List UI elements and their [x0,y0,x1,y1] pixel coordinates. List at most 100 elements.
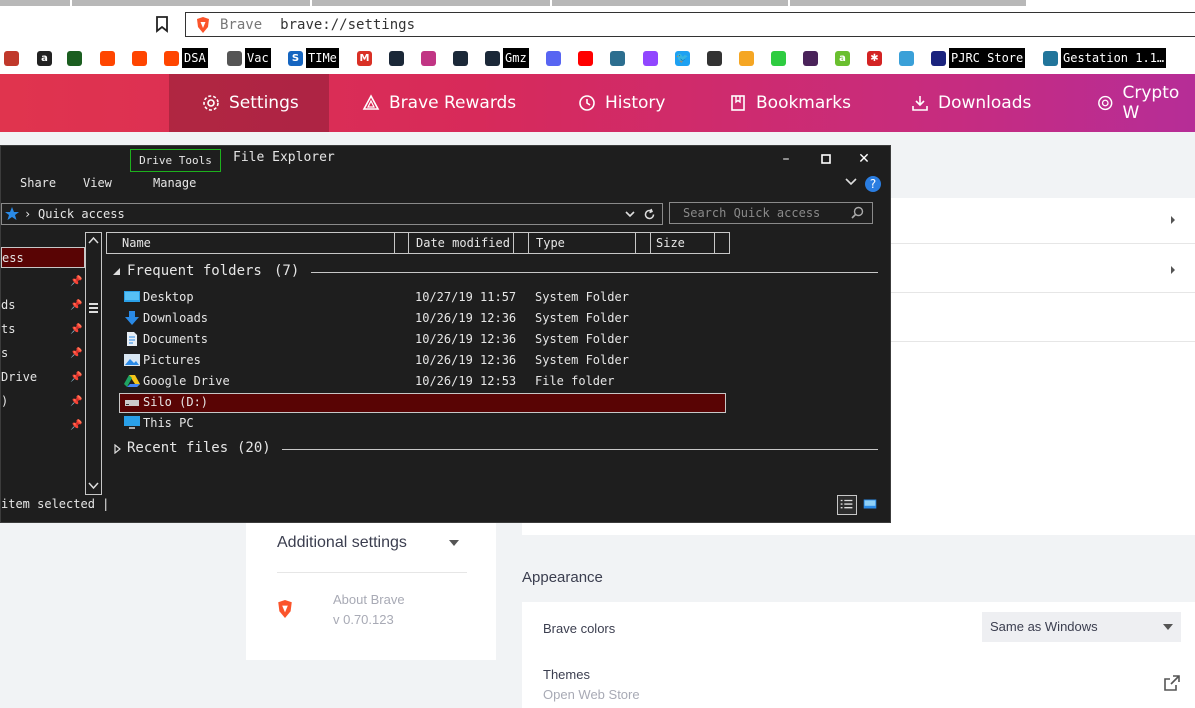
close-icon[interactable]: ✕ [854,150,874,168]
bookmark-item[interactable] [803,48,821,68]
ribbon-view[interactable]: View [83,176,112,190]
nav-item[interactable]: ts 📌 [1,319,85,340]
bookmark-item[interactable]: PJRC Store [931,48,1026,68]
drive-tools-tab[interactable]: Drive Tools [130,149,221,172]
bookmark-item[interactable]: S TIMe [288,48,339,68]
steam-icon [453,50,468,66]
bookmark-item[interactable]: 🐦 [675,48,693,68]
tab-bookmarks[interactable]: Bookmarks [729,74,851,132]
details-view-icon[interactable] [837,495,857,515]
large-icons-view-icon[interactable] [861,495,881,515]
nav-item[interactable]: 📌 [1,415,85,436]
pin-icon: 📌 [70,348,83,359]
tab-crypto-wallets[interactable]: Crypto W [1097,74,1195,132]
caret-down-icon [1163,624,1173,630]
tab-downloads[interactable]: Downloads [911,74,1031,132]
nav-item[interactable]: 📌 [1,271,85,292]
bookmark-page-icon[interactable] [154,15,170,33]
bookmark-item[interactable] [67,48,85,68]
recent-files-count: (20) [237,440,271,456]
chevron-right-icon[interactable] [1169,265,1177,275]
status-text: item selected | [1,497,110,511]
additional-settings-item[interactable]: Additional settings [277,534,407,552]
scroll-thumb[interactable] [89,303,98,313]
file-row[interactable]: Documents 10/26/19 12:36 System Folder [119,330,726,350]
bookmark-item[interactable]: M [357,48,375,68]
bookmark-item[interactable]: Vac [227,48,271,68]
open-web-store-link[interactable]: Open Web Store [543,687,640,702]
bookmark-item[interactable] [421,48,439,68]
maximize-icon[interactable] [816,150,836,168]
tab-brave-rewards[interactable]: Brave Rewards [362,74,516,132]
bookmark-item[interactable] [100,48,118,68]
column-date-modified[interactable]: Date modified [416,236,510,250]
bookmark-item[interactable]: Gmz [485,48,529,68]
file-row[interactable]: Google Drive 10/26/19 12:53 File folder [119,372,726,392]
tab-settings[interactable]: Settings [169,74,329,132]
file-row-selected[interactable]: Silo (D:) [119,393,726,413]
file-row[interactable]: Desktop 10/27/19 11:57 System Folder [119,288,726,308]
bookmark-item[interactable] [578,48,596,68]
minimize-icon[interactable]: – [776,150,796,168]
about-brave-link[interactable]: About Brave [333,592,405,607]
address-quick-access[interactable]: Quick access [38,207,125,221]
scroll-up-icon[interactable] [88,236,99,244]
file-row[interactable]: Pictures 10/26/19 12:36 System Folder [119,351,726,371]
caret-down-icon[interactable] [449,540,459,546]
chevron-down-icon[interactable] [625,211,635,218]
address-path[interactable]: › Quick access [1,203,663,225]
bookmark-item[interactable] [771,48,789,68]
pin-icon: 📌 [70,300,83,311]
nav-item[interactable]: Drive 📌 [1,367,85,388]
bookmark-item[interactable]: DSA [164,48,208,68]
brave-shield-icon[interactable] [196,16,210,33]
frequent-folders-count: (7) [274,263,300,279]
nav-item[interactable]: ess [1,247,85,268]
search-icon[interactable] [851,206,864,219]
column-size[interactable]: Size [656,236,685,250]
bookmark-item[interactable] [4,48,22,68]
nav-item[interactable]: s 📌 [1,343,85,364]
column-type[interactable]: Type [536,236,565,250]
ribbon-manage[interactable]: Manage [153,176,196,190]
file-row[interactable]: This PC [119,414,726,434]
collapse-icon[interactable] [113,268,121,276]
bookmark-item[interactable] [389,48,407,68]
bookmark-item[interactable] [707,48,725,68]
twitter-icon: 🐦 [675,50,690,66]
file-row[interactable]: Downloads 10/26/19 12:36 System Folder [119,309,726,329]
document-icon [127,332,137,346]
nav-item[interactable]: ds 📌 [1,295,85,316]
wallet-icon [1098,95,1113,111]
desktop-icon [124,291,140,302]
brave-colors-select[interactable]: Same as Windows [982,612,1181,642]
chevron-right-icon[interactable] [1169,215,1177,225]
scroll-down-icon[interactable] [88,482,99,490]
bookmark-item[interactable] [453,48,471,68]
external-link-icon[interactable] [1164,675,1180,691]
bookmark-item[interactable]: a [37,48,55,68]
bookmark-item[interactable] [643,48,661,68]
nav-item[interactable]: ) 📌 [1,391,85,412]
bookmark-item[interactable]: Gestation 1.1… [1043,48,1167,68]
bookmark-item[interactable] [739,48,757,68]
expand-icon[interactable] [114,444,121,454]
help-icon[interactable]: ? [864,175,882,193]
url-text[interactable]: brave://settings [280,17,415,33]
address-bar[interactable]: Brave brave://settings [185,12,1195,37]
bookmark-item[interactable]: ✱ [867,48,885,68]
bookmark-item[interactable] [132,48,150,68]
bookmark-item[interactable] [899,48,917,68]
bookmark-item[interactable]: a [835,48,853,68]
ribbon-share[interactable]: Share [20,176,56,190]
nav-scrollbar[interactable] [85,232,102,495]
appearance-heading: Appearance [522,569,603,586]
column-name[interactable]: Name [122,236,151,250]
file-explorer-window[interactable]: Drive Tools File Explorer – ✕ Share View… [0,145,891,523]
refresh-icon[interactable] [643,208,656,221]
tab-history[interactable]: History [578,74,665,132]
bookmark-item[interactable] [546,48,564,68]
bookmark-item[interactable] [610,48,628,68]
chevron-down-icon[interactable] [845,178,857,186]
search-input[interactable]: Search Quick access [669,202,873,224]
